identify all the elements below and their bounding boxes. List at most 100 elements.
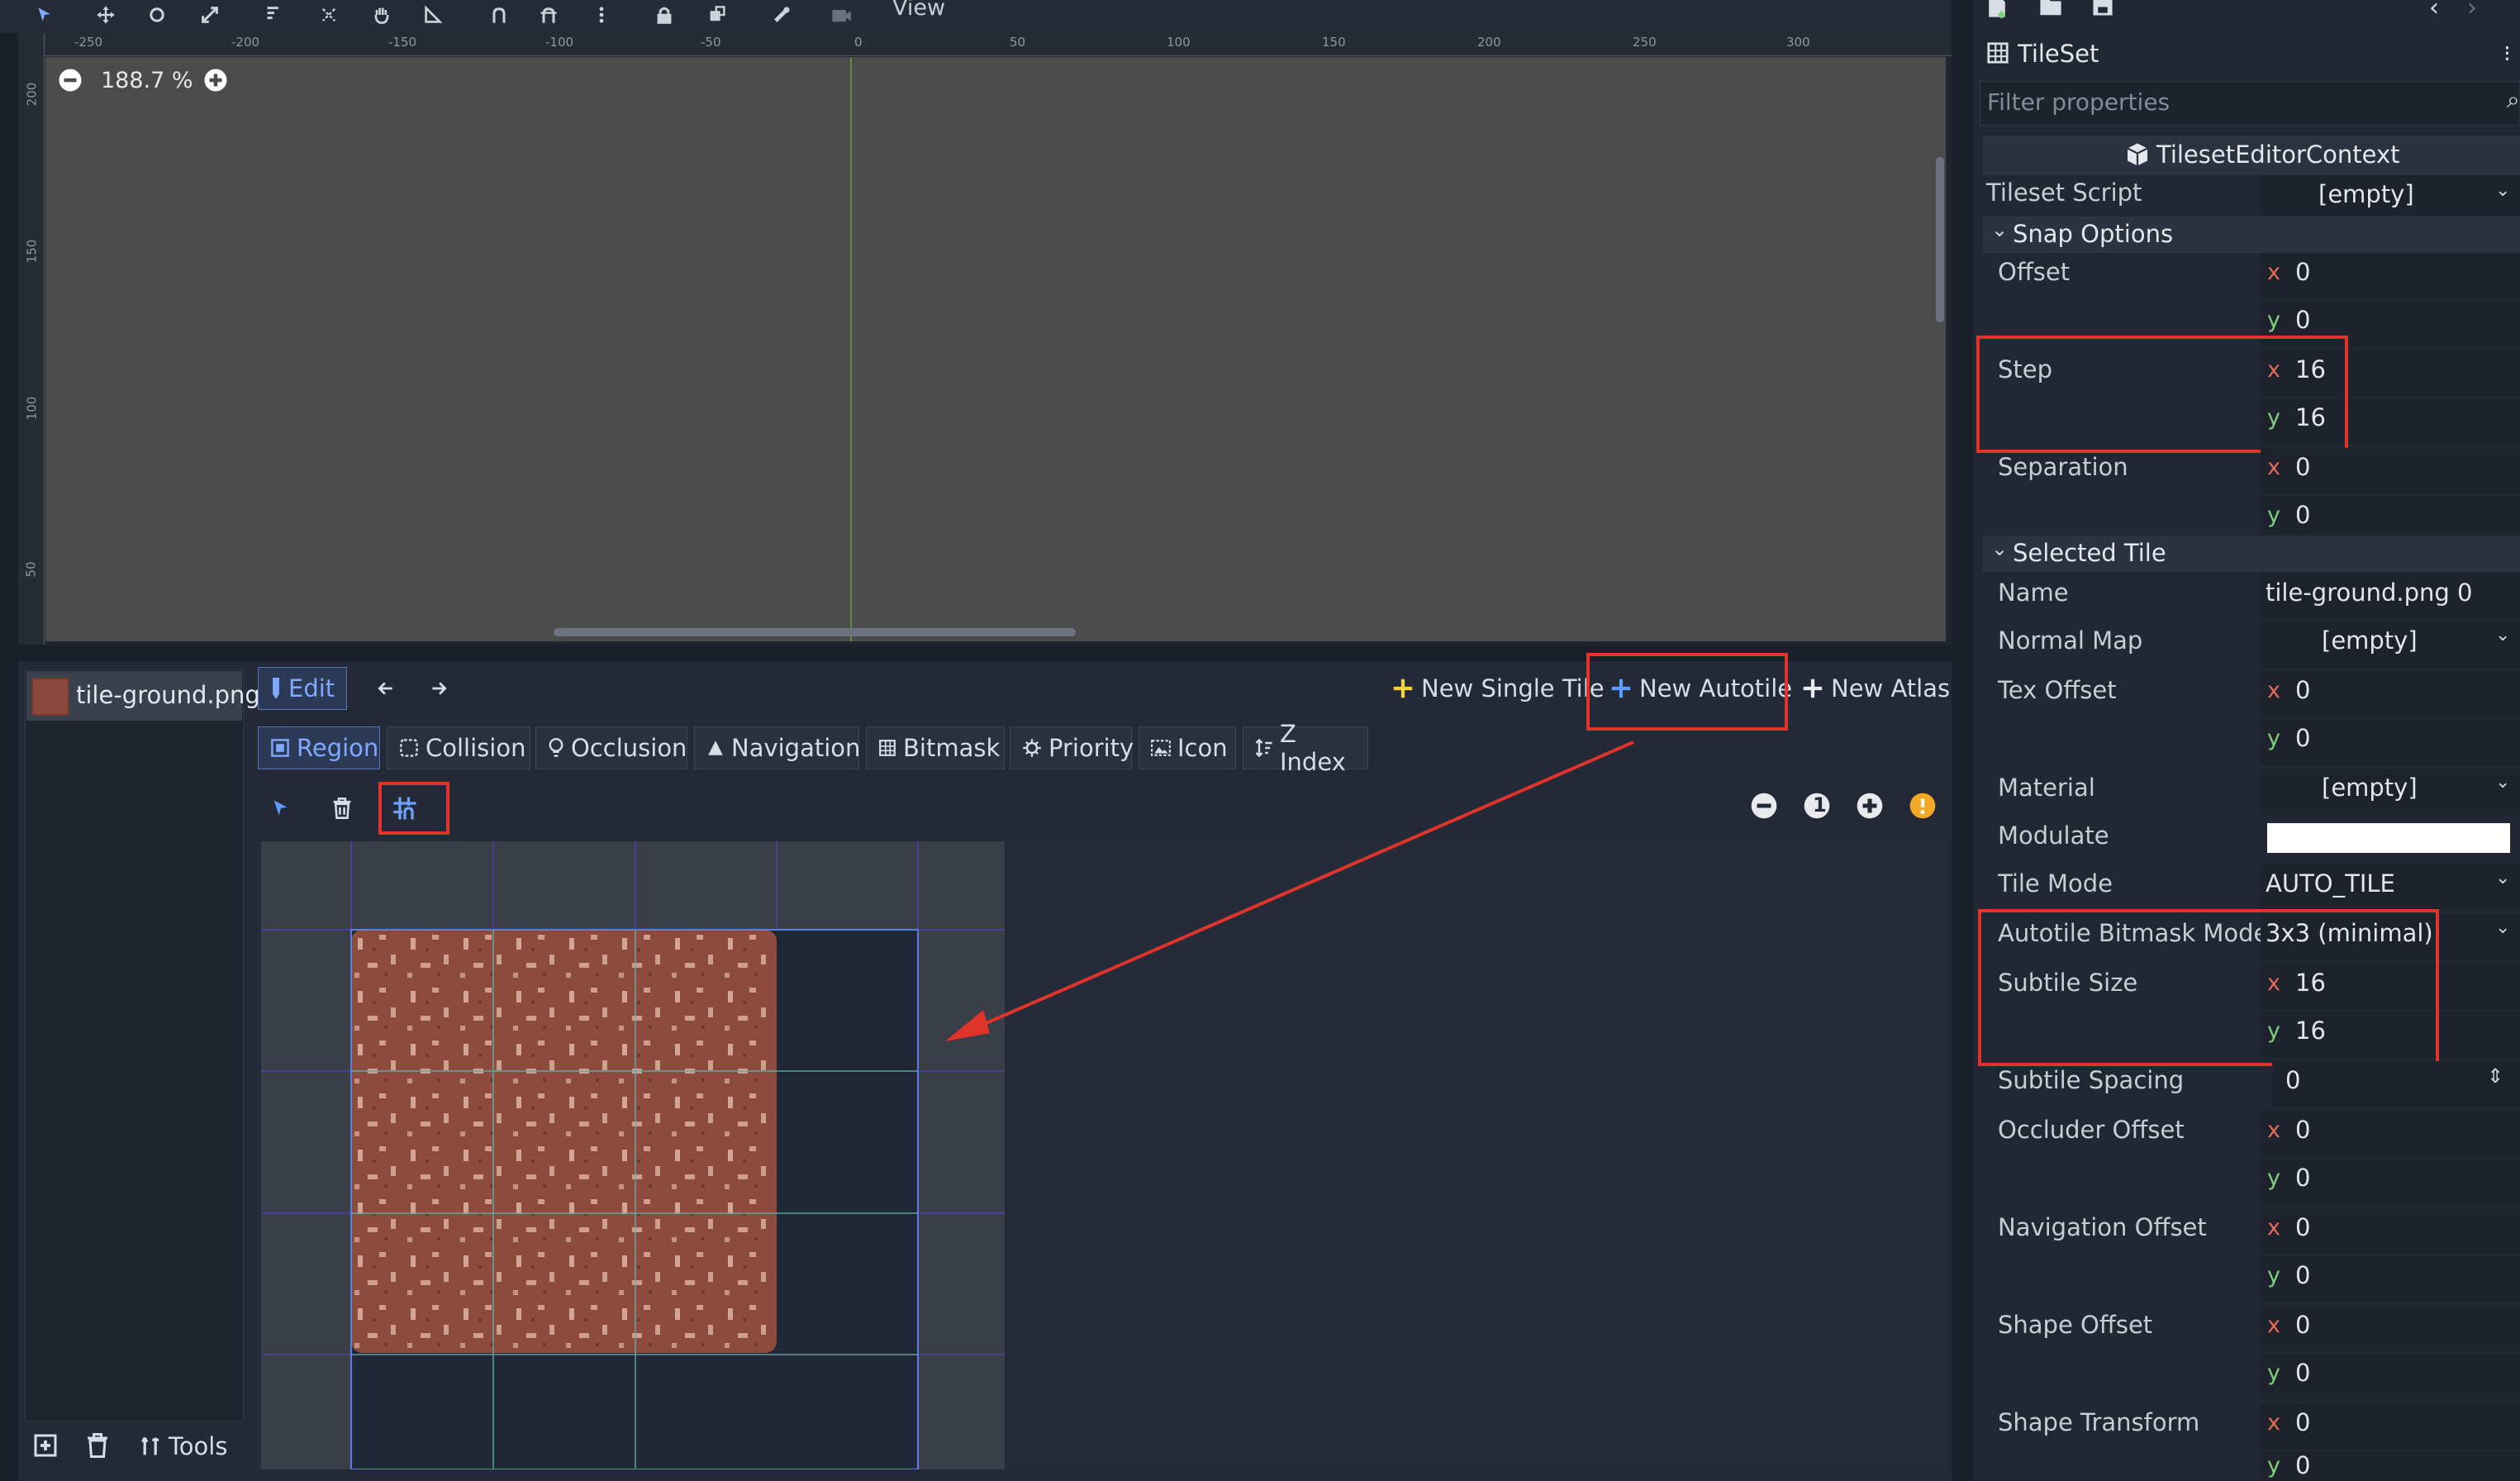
zoom-in-icon[interactable] — [203, 68, 228, 93]
annotation-arrow — [945, 740, 1634, 1041]
snap-options-icon[interactable] — [534, 2, 563, 28]
bitmask-icon — [878, 739, 896, 757]
annotation-highlight-box — [1586, 653, 1788, 731]
prop-value: 0 — [2285, 1066, 2301, 1094]
ruler-tick: 300 — [1786, 35, 1810, 50]
new-single-tile-button[interactable]: New Single Tile — [1380, 667, 1616, 710]
more-options-icon[interactable] — [587, 2, 616, 28]
history-back-icon[interactable]: ‹ — [2429, 0, 2439, 22]
select-pointer-icon[interactable] — [266, 793, 296, 823]
axis-y-label: y — [2267, 726, 2280, 751]
horizontal-ruler: -250 -200 -150 -100 -50 0 50 100 150 200… — [18, 33, 1952, 56]
zoom-reset-label: 1 — [1813, 793, 1827, 817]
prop-label: Tile Mode — [1998, 869, 2113, 898]
arrow-left-icon[interactable] — [373, 676, 398, 701]
move-tool-icon[interactable] — [91, 2, 121, 28]
prop-label: Name — [1998, 579, 2069, 607]
new-atlas-button[interactable]: New Atlas — [1790, 667, 1961, 710]
trash-icon[interactable] — [327, 793, 357, 823]
object-menu-icon[interactable]: ⁝ — [2503, 40, 2511, 67]
rotate-tool-icon[interactable] — [142, 2, 172, 28]
material-dropdown[interactable]: [empty] ⌄ — [2261, 769, 2520, 815]
prop-value: 0 — [2295, 453, 2311, 481]
tileset-icon — [1986, 41, 2009, 64]
add-texture-icon[interactable] — [33, 1433, 58, 1458]
pan-tool-icon[interactable] — [367, 2, 397, 28]
ruler-tick: -100 — [545, 35, 574, 50]
zoom-level[interactable]: 188.7 % — [101, 68, 193, 93]
warning-icon[interactable] — [1909, 792, 1937, 820]
camera-icon[interactable] — [826, 2, 856, 28]
prop-label: Navigation Offset — [1998, 1213, 2207, 1241]
prop-value: 0 — [2295, 1213, 2311, 1241]
remove-texture-icon[interactable] — [86, 1433, 109, 1458]
snap-toggle-icon[interactable] — [484, 2, 514, 28]
zoom-out-icon[interactable] — [1750, 792, 1778, 820]
collision-icon — [399, 738, 419, 758]
normal-map-dropdown[interactable]: [empty] ⌄ — [2261, 621, 2520, 668]
tools-menu-button[interactable]: Tools — [137, 1425, 231, 1468]
zoom-out-icon[interactable] — [58, 68, 83, 93]
modulate-color-picker[interactable] — [2267, 823, 2510, 853]
edit-label: Edit — [288, 674, 335, 702]
tile-mode-dropdown[interactable]: AUTO_TILE ⌄ — [2261, 864, 2520, 911]
canvas-area[interactable] — [45, 57, 1946, 641]
horizontal-scrollbar[interactable] — [554, 628, 1076, 636]
subtile-grid — [261, 841, 1005, 1469]
chevron-down-icon: ⌄ — [2495, 180, 2511, 201]
scale-tool-icon[interactable] — [195, 2, 225, 28]
arrow-right-icon[interactable] — [426, 676, 451, 701]
new-resource-icon[interactable] — [1986, 0, 2008, 18]
prop-value: 0 — [2295, 1261, 2311, 1289]
prop-value: 0 — [2295, 1116, 2311, 1144]
prop-label: Modulate — [1998, 821, 2109, 850]
pivot-tool-icon[interactable] — [314, 2, 344, 28]
prop-value: 0 — [2295, 1408, 2311, 1436]
ruler-tool-icon[interactable] — [418, 2, 448, 28]
axis-y-label: y — [2267, 1453, 2280, 1479]
lightbulb-icon — [548, 738, 564, 758]
filter-properties-input[interactable]: Filter properties — [1980, 81, 2520, 126]
zoom-in-icon[interactable] — [1856, 792, 1884, 820]
texture-list[interactable] — [25, 669, 244, 1421]
open-folder-icon[interactable] — [2039, 0, 2062, 17]
tab-occlusion[interactable]: Occlusion — [535, 726, 687, 769]
bone-icon[interactable] — [767, 2, 796, 28]
section-selected-tile[interactable]: ⌄ Selected Tile — [1983, 536, 2520, 572]
prop-value: 0 — [2295, 1311, 2311, 1339]
tab-label: Region — [297, 734, 379, 762]
edit-button[interactable]: Edit — [258, 667, 348, 710]
vertical-scrollbar[interactable] — [1936, 157, 1944, 322]
list-select-icon[interactable] — [259, 2, 289, 28]
axis-y-label: y — [2267, 307, 2280, 333]
tab-region[interactable]: Region — [258, 726, 380, 769]
prop-label: Normal Map — [1998, 626, 2143, 655]
axis-y-label: y — [2267, 1360, 2280, 1386]
tileset-script-dropdown[interactable]: [empty] ⌄ — [2261, 175, 2520, 215]
axis-x-label: x — [2267, 1410, 2280, 1436]
axis-x-label: x — [2267, 678, 2280, 703]
prop-value: 0 — [2295, 1451, 2311, 1479]
prop-value: 0 — [2295, 306, 2311, 334]
save-icon[interactable] — [2092, 0, 2113, 17]
tab-navigation[interactable]: Navigation — [694, 726, 860, 769]
subtile-spacing-spinbox[interactable]: 0 ⇕ — [2272, 1061, 2520, 1107]
tab-collision[interactable]: Collision — [387, 726, 530, 769]
select-tool-icon[interactable] — [30, 2, 59, 28]
section-snap-options[interactable]: ⌄ Snap Options — [1983, 217, 2520, 253]
name-field[interactable]: tile-ground.png 0 — [2261, 574, 2520, 620]
tab-label: Collision — [426, 734, 526, 762]
prop-value: tile-ground.png 0 — [2266, 579, 2473, 607]
view-menu[interactable]: View — [892, 0, 945, 21]
lock-icon[interactable] — [649, 2, 679, 28]
axis-x-label: x — [2267, 260, 2280, 285]
prop-value: [empty] — [2322, 774, 2418, 802]
spinner-arrows-icon[interactable]: ⇕ — [2487, 1064, 2503, 1088]
prop-value: 0 — [2295, 724, 2311, 752]
history-forward-icon[interactable]: › — [2467, 0, 2477, 22]
canvas-toolbar: View — [0, 0, 1952, 33]
ruler-tick: -50 — [701, 35, 721, 50]
chevron-down-icon: ⌄ — [2495, 917, 2511, 938]
group-icon[interactable] — [702, 2, 732, 28]
prop-label: Tex Offset — [1998, 676, 2117, 704]
